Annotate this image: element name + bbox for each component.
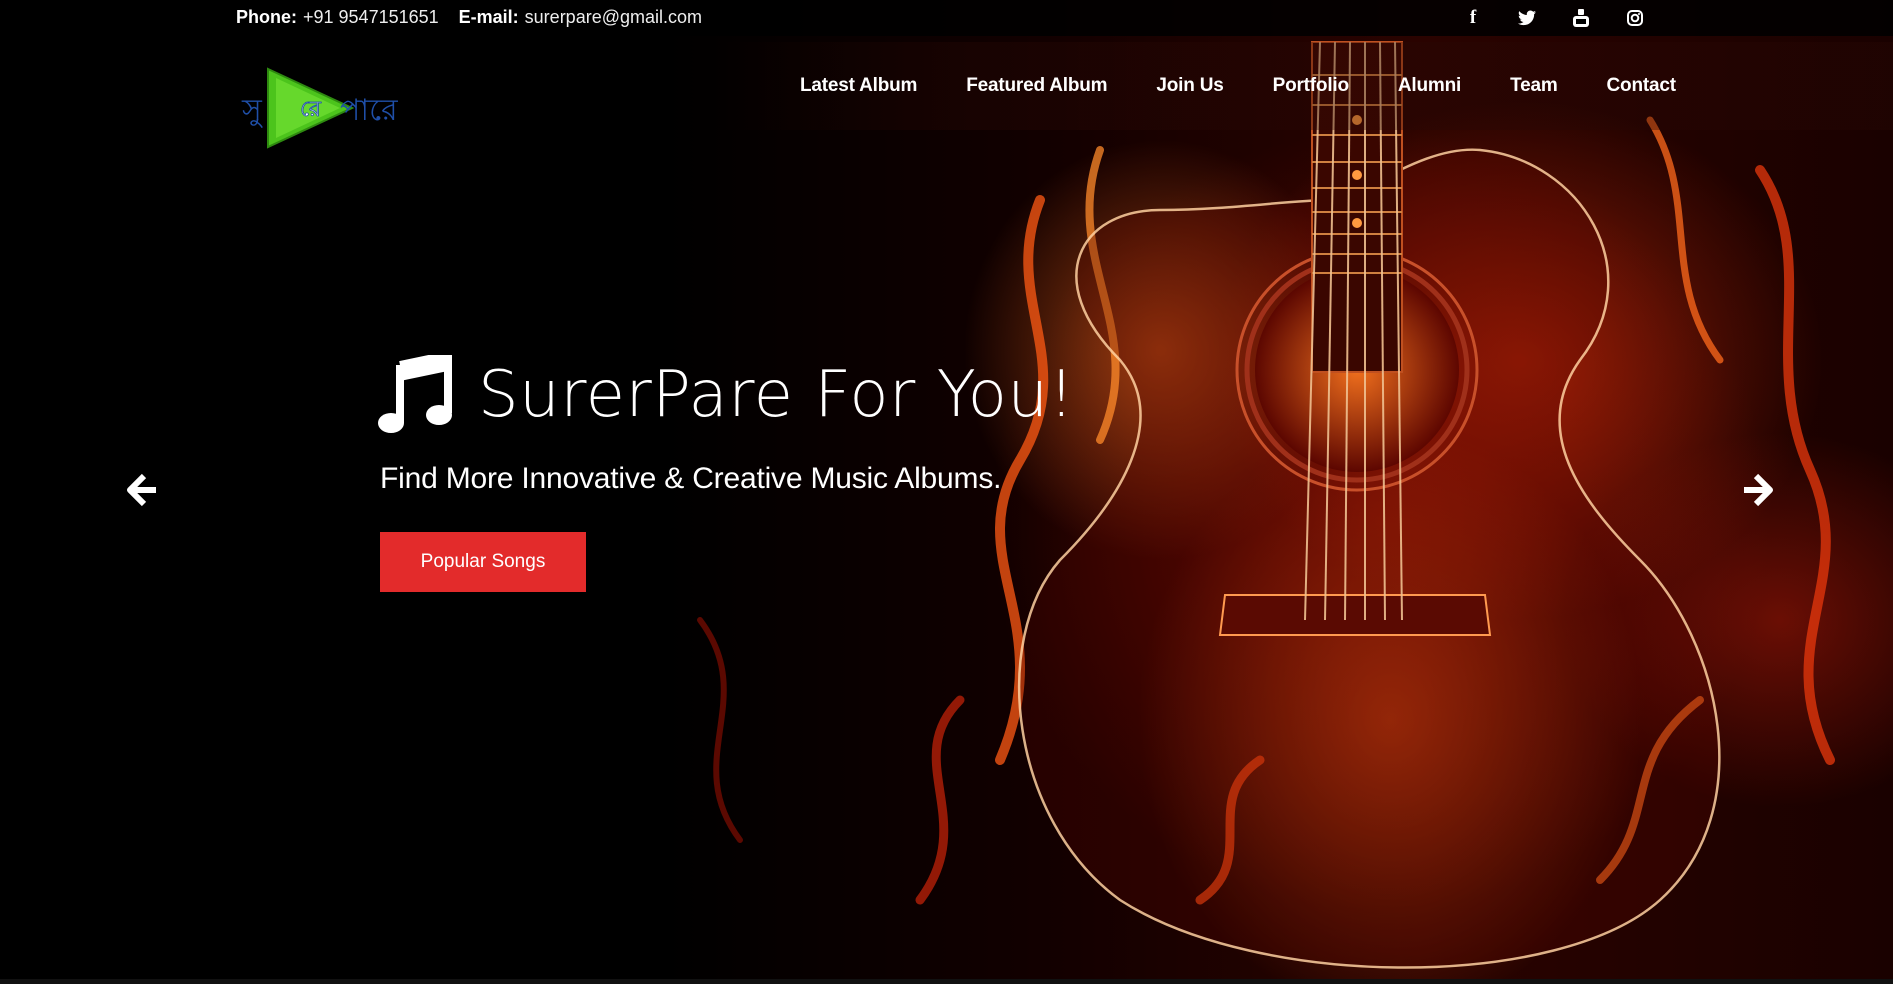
bottom-strip: [0, 979, 1893, 984]
youtube-icon[interactable]: [1568, 6, 1594, 30]
contact-info: Phone: +91 9547151651 E-mail: surerpare@gma…: [236, 7, 702, 28]
top-bar: Phone: +91 9547151651 E-mail: surerpare@gma…: [0, 0, 1893, 36]
svg-text:সু: সু: [241, 93, 264, 128]
phone-number[interactable]: +91 9547151651: [303, 7, 439, 27]
popular-songs-button[interactable]: Popular Songs: [380, 532, 586, 592]
nav-join-us[interactable]: Join Us: [1156, 75, 1223, 97]
hero-title: SurerPare For You!: [478, 358, 1075, 432]
instagram-icon[interactable]: [1622, 6, 1648, 30]
phone-label: Phone:: [236, 7, 297, 27]
nav-portfolio[interactable]: Portfolio: [1273, 75, 1349, 97]
site-logo[interactable]: সু রে পারে: [240, 64, 400, 152]
svg-text:রে: রে: [300, 97, 322, 122]
nav-menu: Latest Album Featured Album Join Us Port…: [800, 75, 1676, 97]
nav-latest-album[interactable]: Latest Album: [800, 75, 917, 97]
social-links: f: [1460, 6, 1648, 30]
main-navbar: সু রে পারে Latest Album Featured Album J…: [0, 42, 1893, 149]
nav-contact[interactable]: Contact: [1607, 75, 1677, 97]
email-address[interactable]: surerpare@gmail.com: [525, 7, 702, 27]
arrow-left-icon[interactable]: [124, 470, 164, 510]
facebook-icon[interactable]: f: [1460, 6, 1486, 30]
nav-team[interactable]: Team: [1510, 75, 1558, 97]
svg-text:পারে: পারে: [340, 93, 398, 128]
hero-subtitle: Find More Innovative & Creative Music Al…: [380, 462, 1002, 495]
arrow-right-icon[interactable]: [1736, 470, 1776, 510]
email-label: E-mail:: [458, 7, 519, 27]
nav-alumni[interactable]: Alumni: [1398, 75, 1461, 97]
nav-featured-album[interactable]: Featured Album: [966, 75, 1107, 97]
twitter-icon[interactable]: [1514, 6, 1540, 30]
hero-headline: SurerPare For You!: [378, 355, 1075, 435]
music-note-icon: [378, 355, 452, 433]
